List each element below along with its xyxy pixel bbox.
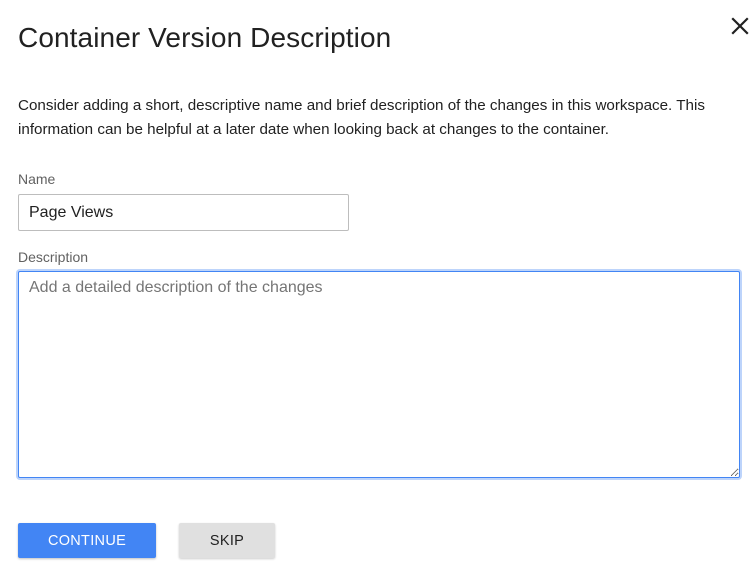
close-icon: [731, 17, 749, 35]
dialog-intro-text: Consider adding a short, descriptive nam…: [18, 97, 705, 138]
continue-button[interactable]: CONTINUE: [18, 523, 156, 558]
description-textarea[interactable]: [18, 271, 740, 478]
close-button[interactable]: [727, 13, 753, 39]
skip-button[interactable]: SKIP: [179, 523, 275, 558]
dialog-title: Container Version Description: [18, 22, 392, 53]
name-input[interactable]: [18, 194, 349, 231]
container-version-dialog: Container Version Description Consider a…: [0, 0, 755, 572]
name-label: Name: [18, 171, 56, 187]
description-label: Description: [18, 249, 89, 265]
